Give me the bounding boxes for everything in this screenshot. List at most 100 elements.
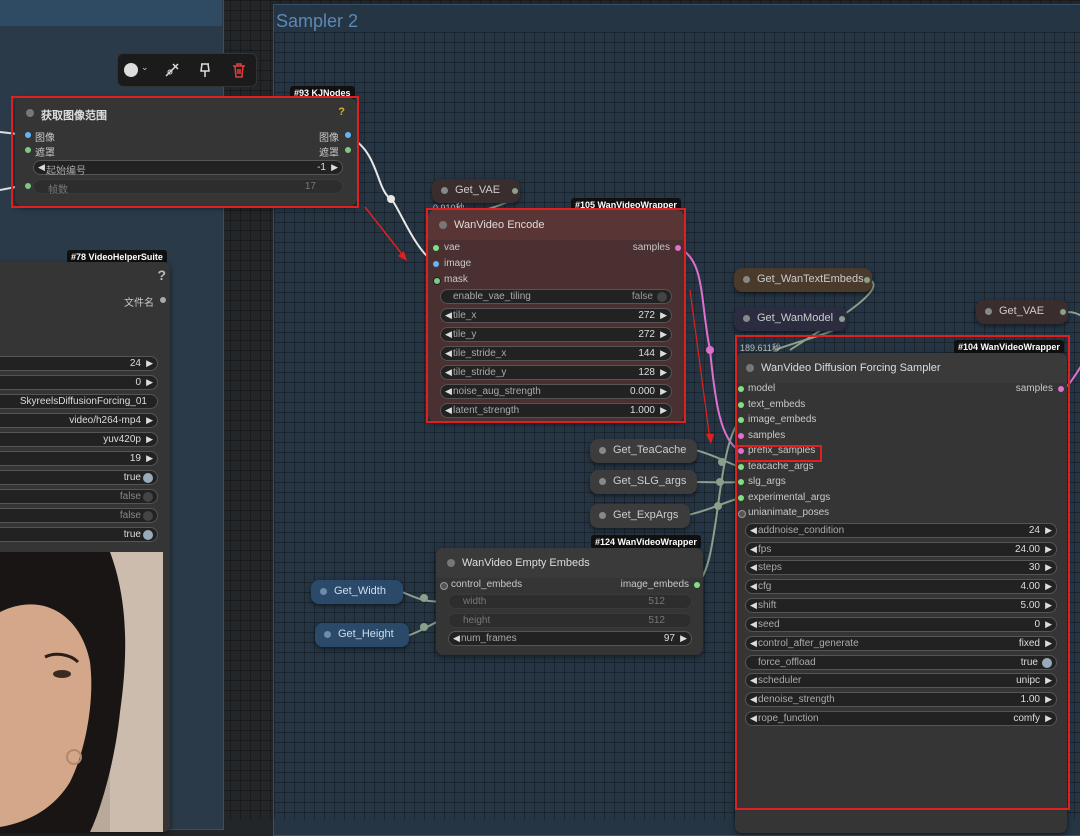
cfg-widget[interactable]: ◀cfg4.00▶ [745,579,1057,594]
vhs-widget-toggle-2[interactable]: false [0,489,158,504]
increment-arrow-icon[interactable]: ▶ [146,358,153,369]
decrement-arrow-icon[interactable]: ◀ [750,694,757,705]
collapse-dot-icon[interactable] [743,315,750,322]
input-model-dot[interactable] [738,386,744,392]
decrement-arrow-icon[interactable]: ◀ [750,713,757,724]
increment-arrow-icon[interactable]: ▶ [1045,581,1052,592]
input-experimental-args-dot[interactable] [738,495,744,501]
color-circle-icon[interactable] [124,63,138,77]
input-vae-dot[interactable] [433,245,439,251]
decrement-arrow-icon[interactable]: ◀ [750,581,757,592]
increment-arrow-icon[interactable]: ▶ [146,434,153,445]
frames-input-dot[interactable] [25,183,31,189]
input-teacache-args-dot[interactable] [738,464,744,470]
collapse-dot-icon[interactable] [441,187,448,194]
fps-widget[interactable]: ◀fps24.00▶ [745,542,1057,557]
tile-stride-x-widget[interactable]: ◀ tile_stride_x 144 ▶ [440,346,672,361]
increment-arrow-icon[interactable]: ▶ [1045,638,1052,649]
increment-arrow-icon[interactable]: ▶ [660,329,667,340]
height-widget[interactable]: height 512 [448,613,692,628]
input-mask-dot[interactable] [433,277,441,285]
decrement-arrow-icon[interactable]: ◀ [445,405,452,416]
node-header[interactable]: 获取图像范围 ? [15,98,357,128]
output-image-embeds-dot[interactable] [694,582,700,588]
addnoise-condition-widget[interactable]: ◀addnoise_condition24▶ [745,523,1057,538]
toggle-off-icon[interactable] [143,511,153,521]
input-image-embeds-dot[interactable] [738,417,744,423]
start-index-widget[interactable]: ◀ 起始编号 -1 ▶ [33,160,343,175]
steps-widget[interactable]: ◀steps30▶ [745,560,1057,575]
get-width-node[interactable]: Get_Width [311,580,403,604]
decrement-arrow-icon[interactable]: ◀ [445,310,452,321]
video-combine-node[interactable]: ? 文件名 24▶ 0▶ SkyreelsDiffusionForcing_01… [0,262,170,832]
toggle-on-icon[interactable] [143,530,153,540]
vhs-widget-toggle-1[interactable]: true [0,470,158,485]
control-after-generate-combo[interactable]: ◀control_after_generatefixed▶ [745,636,1057,651]
scheduler-combo[interactable]: ◀schedulerunipc▶ [745,673,1057,688]
width-widget[interactable]: width 512 [448,594,692,609]
decrement-arrow-icon[interactable]: ◀ [445,329,452,340]
input-image-dot[interactable] [25,132,31,138]
get-teacache-node[interactable]: Get_TeaCache [590,439,697,463]
help-icon[interactable]: ? [338,106,345,118]
decrement-arrow-icon[interactable]: ◀ [445,348,452,359]
decrement-arrow-icon[interactable]: ◀ [750,619,757,630]
trash-icon[interactable] [231,62,247,78]
wanvideo-encode-node[interactable]: WanVideo Encode vae image mask samples e… [428,210,684,422]
output-dot[interactable] [512,188,518,194]
decrement-arrow-icon[interactable]: ◀ [750,675,757,686]
collapse-dot-icon[interactable] [746,364,754,372]
decrement-arrow-icon[interactable]: ◀ [445,386,452,397]
input-control-embeds-dot[interactable] [440,582,448,590]
vhs-widget-loop[interactable]: 0▶ [0,375,158,390]
decrement-arrow-icon[interactable]: ◀ [38,162,45,173]
output-filename-dot[interactable] [160,297,166,303]
increment-arrow-icon[interactable]: ▶ [1045,713,1052,724]
decrement-arrow-icon[interactable]: ◀ [750,562,757,573]
increment-arrow-icon[interactable]: ▶ [1045,562,1052,573]
increment-arrow-icon[interactable]: ▶ [660,405,667,416]
get-height-node[interactable]: Get_Height [315,623,409,647]
tile-y-widget[interactable]: ◀ tile_y 272 ▶ [440,327,672,342]
chevron-down-icon[interactable]: ⌄ [141,62,149,73]
wanvideo-empty-embeds-node[interactable]: WanVideo Empty Embeds control_embeds ima… [436,548,703,655]
vhs-widget-toggle-3[interactable]: false [0,508,158,523]
collapse-dot-icon[interactable] [985,308,992,315]
toggle-off-icon[interactable] [143,492,153,502]
input-unianimate-poses-dot[interactable] [738,510,746,518]
input-prefix-samples-dot[interactable] [738,448,744,454]
toggle-off-icon[interactable] [657,292,667,302]
collapse-dot-icon[interactable] [324,631,331,638]
increment-arrow-icon[interactable]: ▶ [1045,600,1052,611]
collapse-dot-icon[interactable] [439,221,447,229]
increment-arrow-icon[interactable]: ▶ [660,386,667,397]
force-offload-toggle[interactable]: force_offloadtrue [745,655,1057,670]
collapse-dot-icon[interactable] [743,276,750,283]
get-expargs-node[interactable]: Get_ExpArgs [590,504,690,528]
increment-arrow-icon[interactable]: ▶ [660,348,667,359]
seed-widget[interactable]: ◀seed0▶ [745,617,1057,632]
vhs-widget-pix-fmt[interactable]: yuv420p▶ [0,432,158,447]
collapse-dot-icon[interactable] [447,559,455,567]
increment-arrow-icon[interactable]: ▶ [146,453,153,464]
vhs-widget-toggle-4[interactable]: true [0,527,158,542]
output-dot[interactable] [839,316,845,322]
decrement-arrow-icon[interactable]: ◀ [750,638,757,649]
decrement-arrow-icon[interactable]: ◀ [453,633,460,644]
decrement-arrow-icon[interactable]: ◀ [750,525,757,536]
toggle-on-icon[interactable] [143,473,153,483]
decrement-arrow-icon[interactable]: ◀ [750,544,757,555]
output-mask-dot[interactable] [345,147,351,153]
help-icon[interactable]: ? [157,267,166,283]
tile-x-widget[interactable]: ◀ tile_x 272 ▶ [440,308,672,323]
decrement-arrow-icon[interactable]: ◀ [445,367,452,378]
noise-aug-strength-widget[interactable]: ◀ noise_aug_strength 0.000 ▶ [440,384,672,399]
tile-stride-y-widget[interactable]: ◀ tile_stride_y 128 ▶ [440,365,672,380]
increment-arrow-icon[interactable]: ▶ [146,377,153,388]
pin-wand-icon[interactable] [164,62,180,78]
increment-arrow-icon[interactable]: ▶ [1045,525,1052,536]
rope-function-combo[interactable]: ◀rope_functioncomfy▶ [745,711,1057,726]
output-dot[interactable] [864,277,870,283]
get-image-range-node[interactable]: 获取图像范围 ? 图像 遮罩 图像 遮罩 ◀ 起始编号 -1 ▶ 帧数 17 [15,98,357,206]
collapse-dot-icon[interactable] [599,512,606,519]
